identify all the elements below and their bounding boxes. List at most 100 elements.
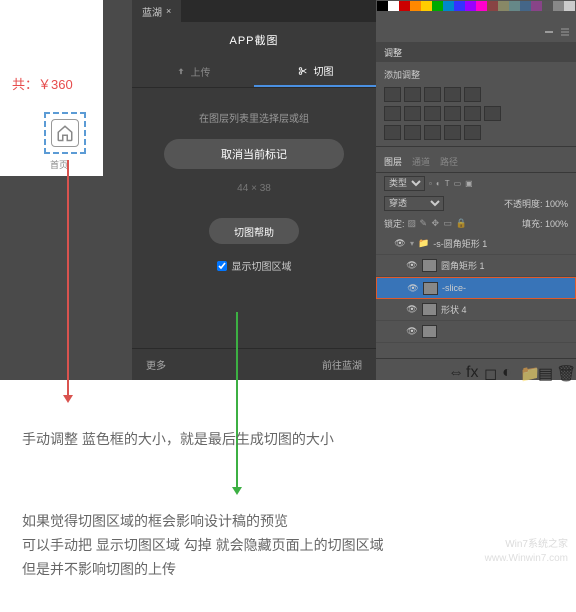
paths-tab[interactable]: 路径 [440,155,458,168]
caption-line: 可以手动把 显示切图区域 勾掉 就会隐藏页面上的切图区域 [22,534,384,558]
selcolor-icon[interactable] [464,125,481,140]
layer-row-selected[interactable]: 👁 -slice- [376,277,576,299]
swatch[interactable] [377,1,388,11]
curves-icon[interactable] [424,87,441,102]
swatch[interactable] [465,1,476,11]
exposure-icon[interactable] [444,87,461,102]
chan-mixer-icon[interactable] [464,106,481,121]
menu-icon[interactable] [560,27,570,37]
levels-icon[interactable] [404,87,421,102]
ps-right-panel: 调整 添加调整 图层 通道 路径 类型 ▫ ◐ T ▭ ▣ 穿透 不透明度: 1… [376,0,576,380]
adjustment-icons-row1 [376,85,576,104]
lock-trans-icon[interactable]: ▨ [408,218,419,229]
gradmap-icon[interactable] [444,125,461,140]
lock-label: 锁定: [384,217,405,230]
filter-pixel-icon[interactable]: ▫ [429,179,432,188]
trash-icon[interactable]: 🗑 [556,364,568,376]
annotation-arrow-red [67,160,69,400]
swatch[interactable] [509,1,520,11]
annotation-arrow-green [236,312,238,492]
swatch[interactable] [421,1,432,11]
cut-help-button[interactable]: 切图帮助 [209,218,299,244]
new-adjust-icon[interactable]: ◐ [502,364,514,376]
watermark-title: Win7系统之家 [485,538,568,552]
fx-icon[interactable]: fx [466,364,478,376]
channels-tab[interactable]: 通道 [412,155,430,168]
more-link[interactable]: 更多 [146,357,166,372]
swatches-panel [376,0,576,22]
swatch[interactable] [443,1,454,11]
brightness-icon[interactable] [384,87,401,102]
folder-icon: 📁 [418,238,429,249]
fill-value[interactable]: 100% [545,219,568,229]
layer-thumb [423,282,438,295]
adjustments-tab[interactable]: 调整 [376,42,576,62]
filter-smart-icon[interactable]: ▣ [465,179,473,188]
goto-lanhu-link[interactable]: 前往蓝湖 [322,357,362,372]
chevron-down-icon[interactable]: ▾ [410,239,414,248]
layer-row[interactable]: 👁 形状 4 [376,299,576,321]
eye-icon[interactable]: 👁 [407,282,419,294]
cancel-mark-button[interactable]: 取消当前标记 [164,139,344,169]
layer-name: 圆角矩形 1 [441,259,485,272]
eye-icon[interactable]: 👁 [406,260,418,272]
vibrance-icon[interactable] [464,87,481,102]
eye-icon[interactable]: 👁 [406,326,418,338]
layer-name: -s-圆角矩形 1 [433,237,487,250]
lanhu-mode-tabs: 上传 切图 [132,56,376,88]
swatch[interactable] [542,1,553,11]
threshold-icon[interactable] [424,125,441,140]
swatch[interactable] [520,1,531,11]
swatch[interactable] [399,1,410,11]
new-layer-icon[interactable]: ▤ [538,364,550,376]
swatch[interactable] [498,1,509,11]
filter-text-icon[interactable]: T [445,179,450,188]
upload-mode-label: 上传 [191,64,211,79]
swatch[interactable] [410,1,421,11]
link-icon[interactable]: ⇔ [448,364,460,376]
lock-paint-icon[interactable]: ✎ [420,218,431,229]
show-cut-area-checkbox[interactable] [217,261,227,271]
slice-selection-box[interactable] [44,112,86,154]
artboard: 共：￥360 首页 [0,0,103,176]
swatch[interactable] [432,1,443,11]
new-group-icon[interactable]: 📁 [520,364,532,376]
layer-filter-toolbar: 类型 ▫ ◐ T ▭ ▣ [376,173,576,193]
layer-row[interactable]: 👁 [376,321,576,343]
filter-adjust-icon[interactable]: ◐ [436,179,441,188]
mask-icon[interactable]: ◻ [484,364,496,376]
swatch[interactable] [487,1,498,11]
opacity-value[interactable]: 100% [545,199,568,209]
lock-art-icon[interactable]: ▭ [444,218,455,229]
bw-icon[interactable] [424,106,441,121]
swatch[interactable] [388,1,399,11]
filter-shape-icon[interactable]: ▭ [454,179,462,188]
poster-icon[interactable] [404,125,421,140]
colbal-icon[interactable] [404,106,421,121]
collapse-icon[interactable] [544,27,554,37]
price-text: 共：￥360 [12,74,73,93]
layers-tab[interactable]: 图层 [384,155,402,168]
layer-row[interactable]: 👁 圆角矩形 1 [376,255,576,277]
blend-mode-select[interactable]: 穿透 [384,196,444,211]
swatch[interactable] [454,1,465,11]
close-icon[interactable]: × [166,6,171,16]
layer-group-row[interactable]: 👁 ▾ 📁 -s-圆角矩形 1 [376,233,576,255]
cut-mode-tab[interactable]: 切图 [254,56,376,87]
lookup-icon[interactable] [484,106,501,121]
upload-mode-tab[interactable]: 上传 [132,56,254,87]
lanhu-tab[interactable]: 蓝湖 × [132,0,181,22]
huesat-icon[interactable] [384,106,401,121]
watermark-url: www.Winwin7.com [485,552,568,566]
swatch[interactable] [564,1,575,11]
lock-pos-icon[interactable]: ✥ [432,218,443,229]
invert-icon[interactable] [384,125,401,140]
eye-icon[interactable]: 👁 [394,238,406,250]
filter-type-select[interactable]: 类型 [384,176,425,191]
eye-icon[interactable]: 👁 [406,304,418,316]
swatch[interactable] [553,1,564,11]
lock-all-icon[interactable]: 🔒 [456,218,467,229]
photo-filter-icon[interactable] [444,106,461,121]
swatch[interactable] [531,1,542,11]
swatch[interactable] [476,1,487,11]
